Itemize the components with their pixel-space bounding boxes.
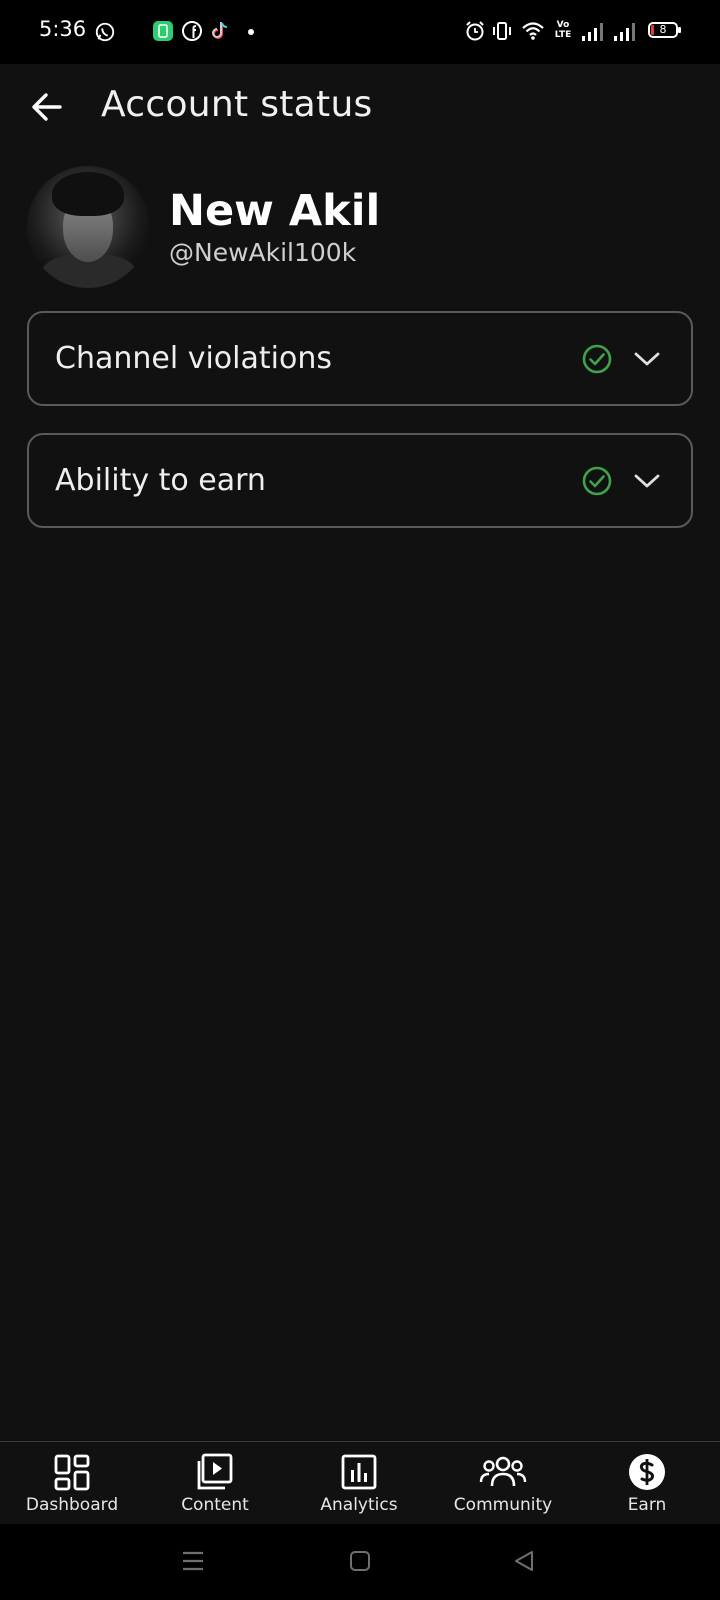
signal-icon <box>582 23 603 41</box>
channel-name: New Akil <box>169 186 381 236</box>
facebook-icon <box>182 21 202 41</box>
nav-earn[interactable]: Earn <box>575 1442 719 1525</box>
battery-icon: 8 <box>648 22 681 38</box>
nav-dashboard[interactable]: Dashboard <box>0 1442 144 1525</box>
avatar <box>27 166 149 288</box>
nav-content[interactable]: Content <box>143 1442 287 1525</box>
wifi-icon <box>522 22 544 40</box>
chevron-down-icon[interactable] <box>632 344 662 374</box>
ability-to-earn-card[interactable]: Ability to earn <box>27 433 693 528</box>
menu-icon[interactable] <box>181 1550 205 1572</box>
back-triangle-icon[interactable] <box>512 1549 536 1573</box>
nav-analytics[interactable]: Analytics <box>287 1442 431 1525</box>
status-time: 5:36 <box>39 17 87 41</box>
nav-label: Earn <box>627 1495 667 1515</box>
card-label: Channel violations <box>55 341 332 376</box>
check-circle-icon <box>582 466 612 496</box>
app-header: Account status <box>0 64 720 154</box>
volte-icon: Vo LTE <box>554 20 572 40</box>
page-title: Account status <box>101 84 373 125</box>
check-circle-icon <box>582 344 612 374</box>
dot-icon <box>248 29 254 35</box>
app-icon <box>153 21 173 41</box>
nav-label: Dashboard <box>25 1495 119 1515</box>
signal-icon <box>614 23 635 41</box>
dollar-icon <box>629 1454 665 1490</box>
analytics-icon <box>341 1454 377 1490</box>
alarm-icon <box>466 21 484 41</box>
channel-profile: New Akil @NewAkil100k <box>0 164 720 294</box>
card-label: Ability to earn <box>55 463 266 498</box>
nav-label: Community <box>453 1495 553 1515</box>
content-icon <box>197 1453 233 1490</box>
tiktok-icon <box>212 22 228 39</box>
channel-violations-card[interactable]: Channel violations <box>27 311 693 406</box>
bottom-nav: Dashboard Content Analytics Community Ea… <box>0 1441 720 1524</box>
status-bar: 5:36 Vo LTE 8 <box>0 0 720 64</box>
nav-label: Content <box>181 1495 249 1515</box>
whatsapp-icon <box>95 22 115 42</box>
nav-label: Analytics <box>320 1495 398 1515</box>
community-icon <box>479 1456 527 1487</box>
chevron-down-icon[interactable] <box>632 466 662 496</box>
dashboard-icon <box>54 1454 90 1491</box>
home-icon[interactable] <box>349 1550 371 1572</box>
vibrate-icon <box>493 22 511 40</box>
nav-community[interactable]: Community <box>431 1442 575 1525</box>
arrow-left-icon[interactable] <box>26 86 68 128</box>
channel-handle: @NewAkil100k <box>169 238 357 267</box>
system-nav-bar <box>0 1524 720 1600</box>
